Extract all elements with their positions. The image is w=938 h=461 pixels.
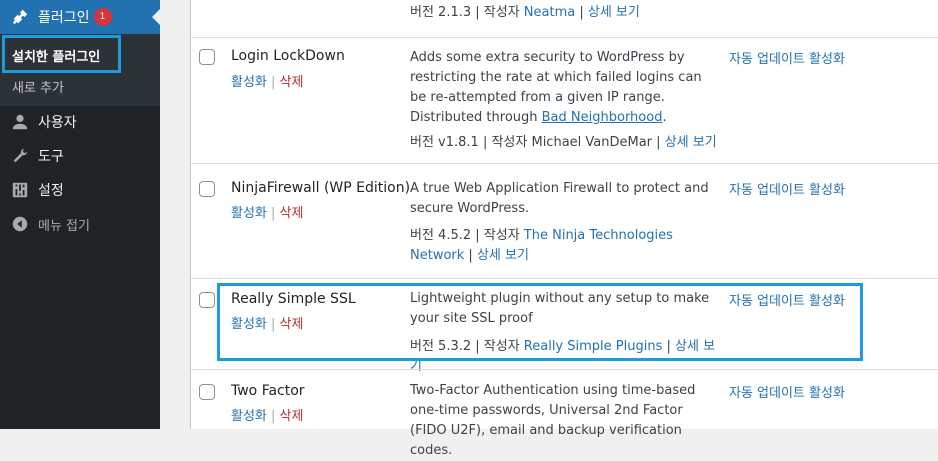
plugin-actions: 활성화 | 삭제 [231, 75, 304, 90]
menu-settings[interactable]: 설정 [0, 173, 160, 207]
plugin-row: Two Factor 활성화 | 삭제 Two-Factor Authentic… [191, 369, 938, 458]
menu-collapse-label: 메뉴 접기 [38, 218, 90, 234]
plugin-row: NinjaFirewall (WP Edition) 활성화 | 삭제 A tr… [191, 163, 938, 279]
menu-settings-label: 설정 [38, 183, 64, 199]
menu-tools[interactable]: 도구 [0, 139, 160, 173]
plugin-actions: 활성화 | 삭제 [231, 409, 304, 424]
update-count-badge: 1 [93, 8, 112, 26]
plugin-description: Adds some extra security to WordPress by… [410, 50, 702, 125]
plugin-checkbox[interactable] [199, 181, 215, 197]
plugin-name: Really Simple SSL [231, 291, 356, 307]
plugin-row: Login LockDown 활성화 | 삭제 Adds some extra … [191, 37, 938, 164]
plugin-description: Two-Factor Authentication using time-bas… [410, 383, 696, 458]
delete-link[interactable]: 삭제 [280, 317, 304, 332]
plugin-description: A true Web Application Firewall to prote… [410, 181, 709, 216]
delete-link[interactable]: 삭제 [280, 206, 304, 221]
plugin-name: Two Factor [231, 383, 305, 399]
author-link[interactable]: Really Simple Plugins [524, 339, 663, 354]
menu-plugins-label: 플러그인 [38, 10, 90, 26]
menu-collapse[interactable]: 메뉴 접기 [0, 207, 160, 241]
enable-auto-update-link[interactable]: 자동 업데이트 활성화 [729, 48, 845, 67]
enable-auto-update-link[interactable]: 자동 업데이트 활성화 [729, 290, 845, 309]
menu-users[interactable]: 사용자 [0, 105, 160, 139]
plugin-name: NinjaFirewall (WP Edition) [231, 180, 411, 196]
delete-link[interactable]: 삭제 [280, 75, 304, 90]
activate-link[interactable]: 활성화 [231, 317, 267, 332]
enable-auto-update-link[interactable]: 자동 업데이트 활성화 [729, 179, 845, 198]
plug-icon [10, 7, 30, 27]
submenu-add-new[interactable]: 새로 추가 [12, 77, 64, 96]
author-link[interactable]: Neatma [524, 5, 575, 20]
settings-sliders-icon [10, 180, 30, 200]
submenu-installed-plugins[interactable]: 설치한 플러그인 [12, 46, 100, 65]
menu-users-label: 사용자 [38, 115, 77, 131]
collapse-arrow-icon [10, 214, 30, 234]
plugin-name: Login LockDown [231, 48, 345, 64]
admin-sidebar: 플러그인 1 설치한 플러그인 새로 추가 사용자 도구 설정 메뉴 접기 [0, 0, 160, 429]
plugin-row: 버전 2.1.3 | 작성자 Neatma | 상세 보기 [191, 0, 938, 37]
plugin-checkbox[interactable] [199, 292, 215, 308]
menu-plugins[interactable]: 플러그인 1 [0, 0, 160, 34]
details-link[interactable]: 상세 보기 [588, 5, 640, 20]
bad-neighborhood-link[interactable]: Bad Neighborhood [542, 110, 663, 125]
plugin-meta: 버전 2.1.3 | 작성자 Neatma | 상세 보기 [410, 5, 640, 20]
plugin-actions: 활성화 | 삭제 [231, 317, 304, 332]
details-link[interactable]: 상세 보기 [477, 248, 529, 263]
plugin-list-table: 버전 2.1.3 | 작성자 Neatma | 상세 보기 Login Lock… [190, 0, 938, 458]
plugin-actions: 활성화 | 삭제 [231, 206, 304, 221]
plugin-meta: 버전 v1.8.1 | 작성자 Michael VanDeMar | 상세 보기 [410, 135, 717, 150]
wrench-icon [10, 146, 30, 166]
details-link[interactable]: 상세 보기 [665, 135, 717, 150]
plugin-description: Lightweight plugin without any setup to … [410, 291, 710, 326]
plugins-main: 버전 2.1.3 | 작성자 Neatma | 상세 보기 Login Lock… [160, 0, 938, 458]
activate-link[interactable]: 활성화 [231, 206, 267, 221]
delete-link[interactable]: 삭제 [280, 409, 304, 424]
plugin-checkbox[interactable] [199, 49, 215, 65]
menu-tools-label: 도구 [38, 149, 64, 165]
enable-auto-update-link[interactable]: 자동 업데이트 활성화 [729, 382, 845, 401]
activate-link[interactable]: 활성화 [231, 75, 267, 90]
plugin-row: Really Simple SSL 활성화 | 삭제 Lightweight p… [191, 278, 938, 374]
plugin-meta: 버전 4.5.2 | 작성자 The Ninja Technologies Ne… [410, 228, 673, 263]
user-icon [10, 112, 30, 132]
activate-link[interactable]: 활성화 [231, 409, 267, 424]
plugins-submenu: 설치한 플러그인 새로 추가 [0, 34, 160, 106]
plugin-checkbox[interactable] [199, 384, 215, 400]
